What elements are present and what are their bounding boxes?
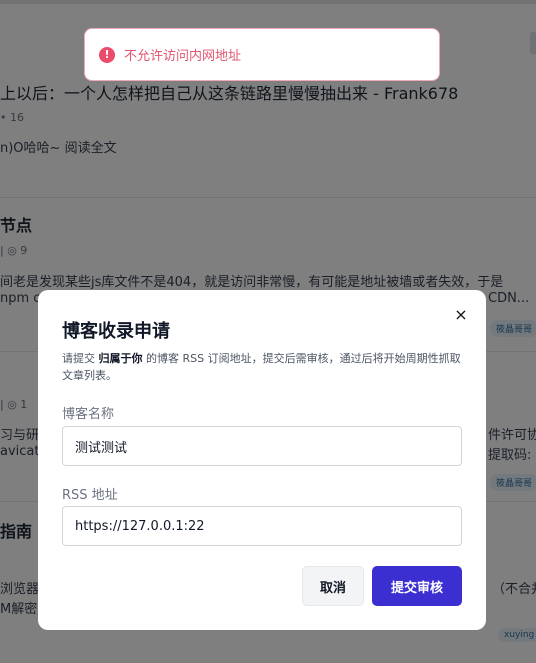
blog-submission-dialog: × 博客收录申请 请提交 归属于你 的博客 RSS 订阅地址，提交后需审核，通过… — [38, 290, 486, 630]
desc-prefix: 请提交 — [62, 352, 99, 365]
blog-name-input[interactable] — [62, 426, 462, 466]
submit-review-button[interactable]: 提交审核 — [372, 566, 462, 606]
dialog-description: 请提交 归属于你 的博客 RSS 订阅地址，提交后需审核，通过后将开始周期性抓取… — [62, 350, 467, 384]
blog-name-label: 博客名称 — [62, 407, 115, 422]
desc-bold: 归属于你 — [98, 352, 143, 365]
rss-url-label: RSS 地址 — [62, 488, 118, 503]
error-toast: ! 不允许访问内网地址 — [84, 28, 440, 81]
dialog-title: 博客收录申请 — [62, 321, 170, 342]
rss-url-input[interactable] — [62, 506, 462, 546]
exclamation-icon: ! — [99, 46, 115, 63]
cancel-button[interactable]: 取消 — [302, 566, 364, 606]
close-icon[interactable]: × — [451, 304, 471, 324]
toast-message: 不允许访问内网地址 — [124, 49, 242, 64]
